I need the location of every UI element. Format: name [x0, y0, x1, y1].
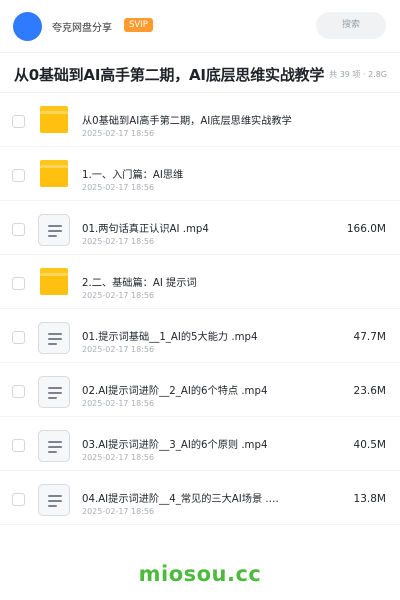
item-date: 2025-02-17 18:56 — [82, 129, 155, 138]
file-row[interactable]: 04.AI提示词进阶__4_常见的三大AI场景 .… 2025-02-17 18:… — [0, 471, 400, 525]
row-checkbox[interactable] — [12, 169, 25, 182]
file-row[interactable]: 02.AI提示词进阶__2_AI的6个特点 .mp4 2025-02-17 18:… — [0, 363, 400, 417]
file-row[interactable]: 03.AI提示词进阶__3_AI的6个原则 .mp4 2025-02-17 18:… — [0, 417, 400, 471]
item-name: 01.提示词基础__1_AI的5大能力 .mp4 — [82, 332, 258, 343]
item-name: 01.两句话真正认识AI .mp4 — [82, 224, 209, 235]
item-date: 2025-02-17 18:56 — [82, 183, 155, 192]
video-file-icon — [38, 214, 70, 246]
video-file-icon — [38, 484, 70, 516]
brand-name: 夸克网盘分享 — [52, 23, 112, 34]
item-name: 2.二、基础篇：AI 提示词 — [82, 278, 197, 289]
row-checkbox[interactable] — [12, 493, 25, 506]
avatar[interactable] — [13, 12, 42, 41]
item-size: 23.6M — [353, 385, 386, 397]
video-file-icon — [38, 430, 70, 462]
item-date: 2025-02-17 18:56 — [82, 507, 155, 516]
row-checkbox[interactable] — [12, 439, 25, 452]
folder-row[interactable]: 1.一、入门篇：AI思维 2025-02-17 18:56 — [0, 147, 400, 201]
item-date: 2025-02-17 18:56 — [82, 399, 155, 408]
item-name: 02.AI提示词进阶__2_AI的6个特点 .mp4 — [82, 386, 268, 397]
search-button[interactable]: 搜索 — [316, 12, 386, 39]
item-name: 03.AI提示词进阶__3_AI的6个原则 .mp4 — [82, 440, 268, 451]
item-size: 166.0M — [346, 223, 386, 235]
item-date: 2025-02-17 18:56 — [82, 237, 155, 246]
folder-icon — [38, 160, 70, 192]
file-list: 从0基础到AI高手第二期，AI底层思维实战教学 2025-02-17 18:56 1… — [0, 93, 400, 525]
item-name: 1.一、入门篇：AI思维 — [82, 170, 184, 181]
item-date: 2025-02-17 18:56 — [82, 345, 155, 354]
page-title: 从0基础到AI高手第二期，AI底层思维实战教学 — [14, 66, 325, 84]
folder-icon — [38, 268, 70, 300]
item-name: 从0基础到AI高手第二期，AI底层思维实战教学 — [82, 116, 292, 127]
item-date: 2025-02-17 18:56 — [82, 291, 155, 300]
item-name: 04.AI提示词进阶__4_常见的三大AI场景 .… — [82, 494, 279, 505]
svip-badge: SVIP — [124, 18, 153, 32]
row-divider — [0, 524, 400, 525]
file-row[interactable]: 01.两句话真正认识AI .mp4 2025-02-17 18:56 166.0M — [0, 201, 400, 255]
item-size: 40.5M — [353, 439, 386, 451]
row-checkbox[interactable] — [12, 223, 25, 236]
video-file-icon — [38, 376, 70, 408]
item-size: 13.8M — [353, 493, 386, 505]
item-size: 47.7M — [353, 331, 386, 343]
file-row[interactable]: 01.提示词基础__1_AI的5大能力 .mp4 2025-02-17 18:56… — [0, 309, 400, 363]
row-checkbox[interactable] — [12, 277, 25, 290]
folder-meta: 共 39 项 · 2.8G — [329, 70, 387, 79]
header-divider — [0, 52, 400, 53]
watermark: miosou.cc — [138, 562, 262, 586]
folder-row[interactable]: 从0基础到AI高手第二期，AI底层思维实战教学 2025-02-17 18:56 — [0, 93, 400, 147]
folder-icon — [38, 106, 70, 138]
folder-row[interactable]: 2.二、基础篇：AI 提示词 2025-02-17 18:56 — [0, 255, 400, 309]
top-bar: 夸克网盘分享 SVIP 搜索 — [0, 0, 400, 52]
row-checkbox[interactable] — [12, 385, 25, 398]
item-date: 2025-02-17 18:56 — [82, 453, 155, 462]
video-file-icon — [38, 322, 70, 354]
row-checkbox[interactable] — [12, 331, 25, 344]
row-checkbox[interactable] — [12, 115, 25, 128]
